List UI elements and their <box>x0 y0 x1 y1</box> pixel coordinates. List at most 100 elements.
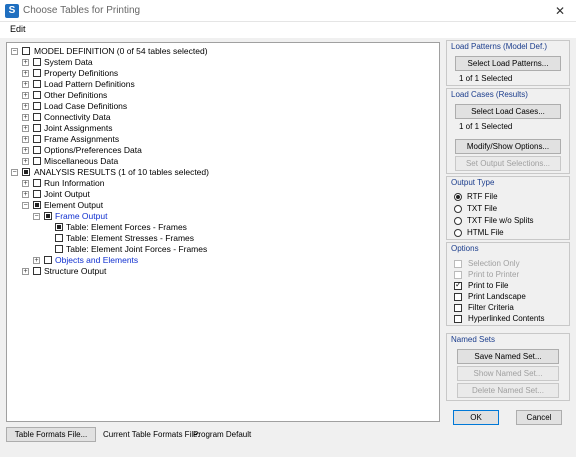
expand-icon[interactable]: + <box>22 70 29 77</box>
tree-item[interactable]: Table: Element Stresses - Frames <box>7 233 427 244</box>
tree-node-model-definition[interactable]: − MODEL DEFINITION (0 of 54 tables selec… <box>7 46 427 57</box>
tree-item[interactable]: + Objects and Elements <box>7 255 427 266</box>
item-checkbox[interactable] <box>33 69 41 77</box>
item-label: Load Pattern Definitions <box>44 79 135 89</box>
app-icon: S <box>5 4 19 18</box>
tree-item[interactable]: + Load Pattern Definitions <box>7 79 427 90</box>
item-label: Run Information <box>44 178 105 188</box>
item-checkbox[interactable] <box>33 179 41 187</box>
item-checkbox[interactable] <box>33 201 41 209</box>
tree-node-analysis-results[interactable]: − ANALYSIS RESULTS (1 of 10 tables selec… <box>7 167 427 178</box>
tree-item[interactable]: + Joint Assignments <box>7 123 427 134</box>
load-patterns-status: 1 of 1 Selected <box>459 74 513 83</box>
item-checkbox[interactable] <box>33 58 41 66</box>
tree-item[interactable]: Table: Element Forces - Frames <box>7 222 427 233</box>
tree-item[interactable]: + Other Definitions <box>7 90 427 101</box>
menu-edit[interactable]: Edit <box>10 24 26 34</box>
checkbox-selection-only[interactable] <box>454 260 462 268</box>
option-label: Filter Criteria <box>468 303 514 312</box>
checkbox-print-to-file[interactable] <box>454 280 462 290</box>
collapse-icon[interactable]: − <box>22 202 29 209</box>
tree-item[interactable]: + Joint Output <box>7 189 427 200</box>
expand-icon[interactable]: + <box>22 147 29 154</box>
checkbox-analysis-results[interactable] <box>22 168 30 176</box>
radio-label: TXT File <box>467 204 498 213</box>
item-checkbox[interactable] <box>33 146 41 154</box>
expand-icon[interactable]: + <box>22 125 29 132</box>
item-checkbox[interactable] <box>33 157 41 165</box>
group-title: Load Cases (Results) <box>451 90 528 99</box>
radio-html-file[interactable] <box>454 229 462 237</box>
tree-item[interactable]: + Frame Assignments <box>7 134 427 145</box>
item-checkbox[interactable] <box>55 223 63 231</box>
item-checkbox[interactable] <box>33 190 41 198</box>
tree-item[interactable]: + Miscellaneous Data <box>7 156 427 167</box>
tree-item[interactable]: + System Data <box>7 57 427 68</box>
expand-icon[interactable]: + <box>22 191 29 198</box>
checkbox-print-landscape[interactable] <box>454 293 462 301</box>
expand-icon[interactable]: + <box>22 59 29 66</box>
tree-item[interactable]: + Load Case Definitions <box>7 101 427 112</box>
item-checkbox[interactable] <box>33 91 41 99</box>
group-title: Load Patterns (Model Def.) <box>451 42 548 51</box>
expand-icon[interactable]: + <box>22 180 29 187</box>
save-named-set-button[interactable]: Save Named Set... <box>457 349 559 364</box>
expand-icon[interactable]: + <box>22 92 29 99</box>
expand-icon[interactable]: + <box>22 103 29 110</box>
expand-icon[interactable]: + <box>22 81 29 88</box>
tree-item[interactable]: + Options/Preferences Data <box>7 145 427 156</box>
radio-rtf-file[interactable] <box>454 193 462 201</box>
expand-icon[interactable]: + <box>22 158 29 165</box>
node-label: ANALYSIS RESULTS (1 of 10 tables selecte… <box>34 167 209 177</box>
tree-item[interactable]: + Run Information <box>7 178 427 189</box>
item-label: Joint Output <box>44 189 90 199</box>
item-checkbox[interactable] <box>33 135 41 143</box>
expand-icon[interactable]: + <box>22 268 29 275</box>
item-checkbox[interactable] <box>33 267 41 275</box>
select-load-patterns-button[interactable]: Select Load Patterns... <box>455 56 561 71</box>
close-icon[interactable]: ✕ <box>544 0 576 22</box>
item-checkbox[interactable] <box>55 245 63 253</box>
item-checkbox[interactable] <box>33 80 41 88</box>
modify-show-options-button[interactable]: Modify/Show Options... <box>455 139 561 154</box>
item-checkbox[interactable] <box>44 256 52 264</box>
item-checkbox[interactable] <box>33 124 41 132</box>
radio-label: HTML File <box>467 228 504 237</box>
checkbox-hyperlinked-contents[interactable] <box>454 315 462 323</box>
menu-bar: Edit <box>0 22 576 38</box>
select-load-cases-button[interactable]: Select Load Cases... <box>455 104 561 119</box>
cancel-button[interactable]: Cancel <box>516 410 562 425</box>
tree-item[interactable]: − Frame Output <box>7 211 427 222</box>
table-tree[interactable]: − MODEL DEFINITION (0 of 54 tables selec… <box>6 42 440 422</box>
show-named-set-button[interactable]: Show Named Set... <box>457 366 559 381</box>
item-label: Options/Preferences Data <box>44 145 142 155</box>
tree-item[interactable]: + Structure Output <box>7 266 427 277</box>
collapse-icon[interactable]: − <box>33 213 40 220</box>
checkbox-model-definition[interactable] <box>22 47 30 55</box>
load-cases-status: 1 of 1 Selected <box>459 122 513 131</box>
option-label: Print Landscape <box>468 292 526 301</box>
ok-button[interactable]: OK <box>453 410 499 425</box>
table-formats-file-button[interactable]: Table Formats File... <box>6 427 96 442</box>
item-checkbox[interactable] <box>44 212 52 220</box>
item-checkbox[interactable] <box>55 234 63 242</box>
tree-item[interactable]: Table: Element Joint Forces - Frames <box>7 244 427 255</box>
tree-item[interactable]: + Property Definitions <box>7 68 427 79</box>
item-checkbox[interactable] <box>33 102 41 110</box>
group-title: Output Type <box>451 178 495 187</box>
checkbox-print-to-printer[interactable] <box>454 271 462 279</box>
checkbox-filter-criteria[interactable] <box>454 304 462 312</box>
collapse-icon[interactable]: − <box>11 48 18 55</box>
expand-icon[interactable]: + <box>22 114 29 121</box>
expand-icon[interactable]: + <box>22 136 29 143</box>
set-output-selections-button[interactable]: Set Output Selections... <box>455 156 561 171</box>
radio-txt-file-no-splits[interactable] <box>454 217 462 225</box>
tree-item[interactable]: − Element Output <box>7 200 427 211</box>
item-checkbox[interactable] <box>33 113 41 121</box>
expand-icon[interactable]: + <box>33 257 40 264</box>
radio-txt-file[interactable] <box>454 205 462 213</box>
collapse-icon[interactable]: − <box>11 169 18 176</box>
delete-named-set-button[interactable]: Delete Named Set... <box>457 383 559 398</box>
tree-item[interactable]: + Connectivity Data <box>7 112 427 123</box>
title-bar: S Choose Tables for Printing ✕ <box>0 0 576 22</box>
